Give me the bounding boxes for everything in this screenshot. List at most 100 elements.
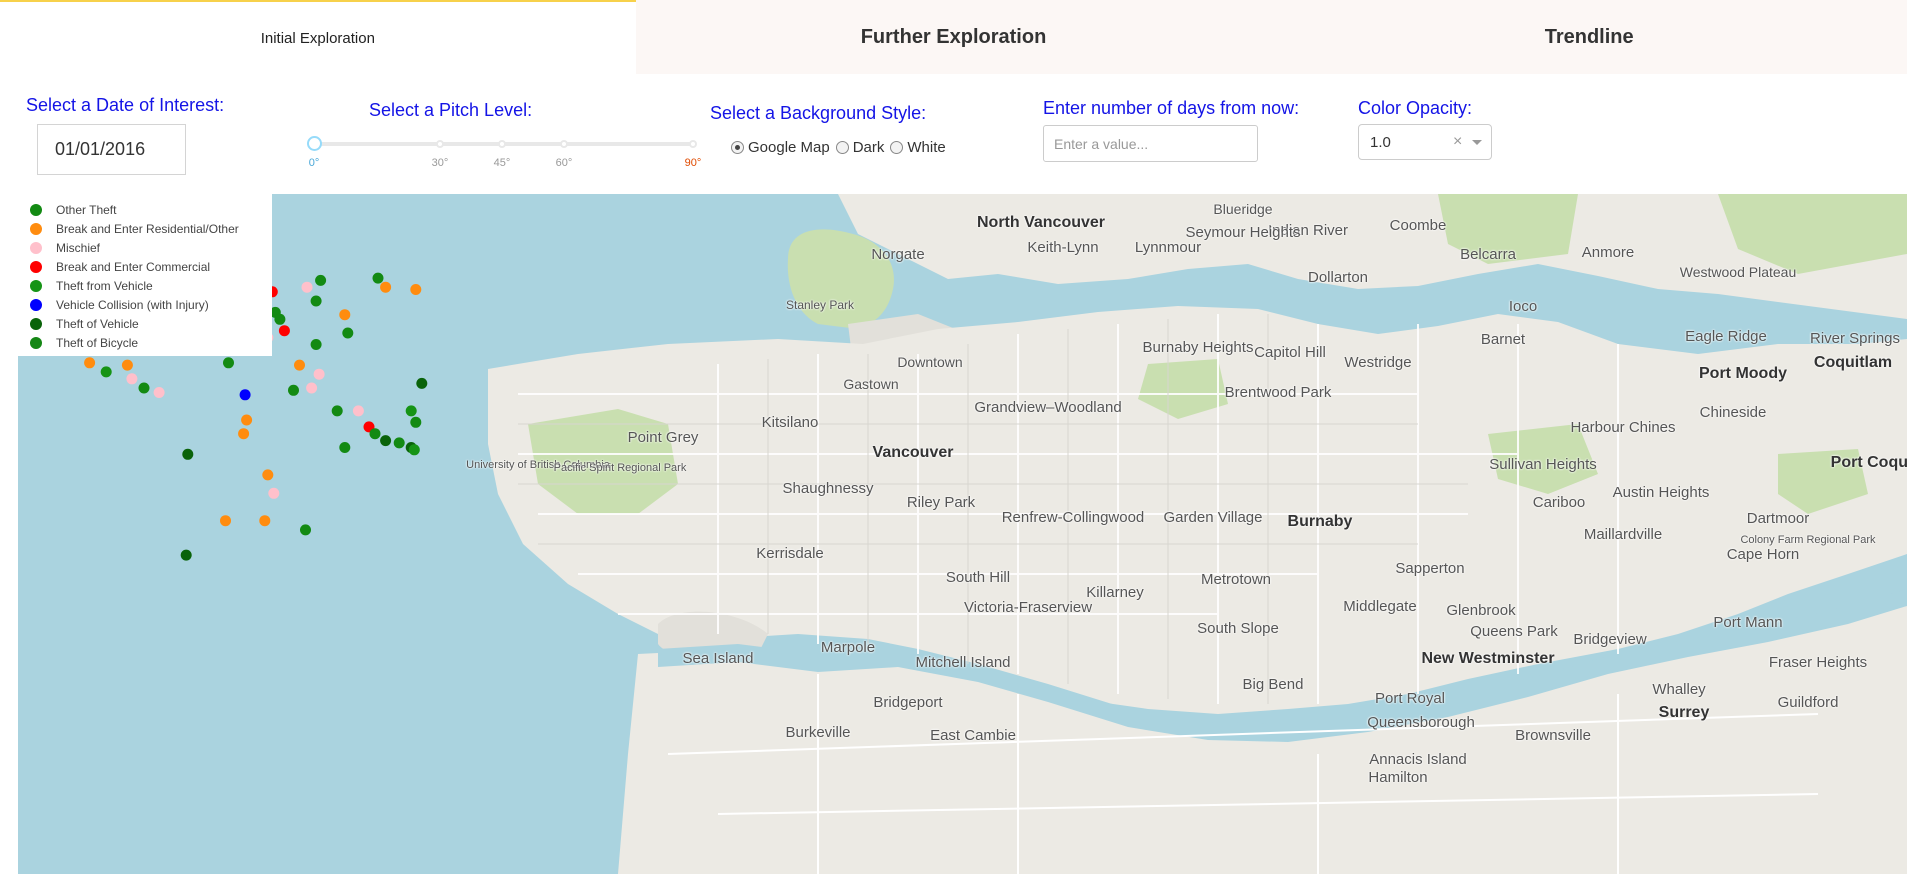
tab-trendline[interactable]: Trendline — [1271, 0, 1907, 74]
date-label: Select a Date of Interest: — [26, 95, 225, 115]
incident-point[interactable] — [306, 382, 318, 394]
date-picker-input[interactable]: 01/01/2016 — [37, 124, 186, 175]
legend-label: Vehicle Collision (with Injury) — [56, 297, 209, 312]
opacity-label: Color Opacity: — [1358, 98, 1473, 118]
incident-point[interactable] — [301, 281, 313, 293]
pitch-label: Select a Pitch Level: — [369, 100, 533, 120]
incident-point[interactable] — [380, 281, 392, 293]
slider-mark-60: 60° — [555, 157, 573, 169]
incident-point[interactable] — [84, 357, 96, 369]
background-radio-group: Google Map Dark White — [731, 139, 952, 156]
incident-point[interactable] — [300, 524, 311, 536]
incident-point[interactable] — [223, 357, 234, 369]
slider-mark-90: 90° — [684, 157, 702, 169]
legend-item[interactable]: Mischief — [30, 238, 272, 257]
legend-label: Mischief — [56, 240, 101, 255]
radio-checked-icon — [731, 141, 744, 154]
radio-google-map[interactable]: Google Map — [731, 139, 830, 156]
legend-item[interactable]: Theft from Vehicle — [30, 276, 272, 295]
tab-label: Trendline — [1544, 25, 1634, 48]
incident-point[interactable] — [410, 416, 422, 428]
opacity-dropdown[interactable]: 1.0 × — [1358, 124, 1492, 160]
legend-item[interactable]: Vehicle Collision (with Injury) — [30, 295, 272, 314]
incident-point[interactable] — [339, 442, 351, 453]
incident-point[interactable] — [259, 515, 271, 527]
slider-dot-30[interactable] — [436, 140, 444, 148]
legend-dot-icon — [30, 241, 42, 254]
legend-item[interactable]: Break and Enter Commercial — [30, 257, 272, 276]
radio-unchecked-icon — [835, 141, 849, 154]
legend-label: Theft of Vehicle — [56, 316, 139, 331]
legend-label: Theft of Bicycle — [56, 335, 139, 350]
incident-point[interactable] — [352, 405, 364, 417]
days-input[interactable] — [1043, 125, 1258, 162]
chevron-down-icon[interactable] — [1472, 140, 1482, 145]
incident-points — [56, 224, 428, 561]
incident-point[interactable] — [121, 359, 133, 371]
radio-white[interactable]: White — [890, 139, 946, 156]
incident-point[interactable] — [310, 339, 322, 350]
incident-point[interactable] — [238, 428, 250, 440]
incident-point[interactable] — [393, 437, 405, 449]
incident-point[interactable] — [220, 515, 231, 527]
incident-point[interactable] — [100, 366, 112, 378]
incident-point[interactable] — [408, 444, 420, 456]
slider-mark-0: 0° — [308, 157, 320, 169]
incident-point[interactable] — [369, 428, 381, 440]
incident-point[interactable] — [138, 382, 150, 394]
incident-point[interactable] — [182, 448, 194, 460]
radio-dark[interactable]: Dark — [835, 139, 884, 156]
opacity-value: 1.0 — [1370, 133, 1391, 151]
incident-point[interactable] — [288, 384, 299, 396]
incident-point[interactable] — [241, 414, 253, 426]
incident-point[interactable] — [310, 295, 322, 307]
incident-point[interactable] — [405, 405, 417, 417]
legend-dot-icon — [30, 298, 42, 311]
days-label: Enter number of days from now: — [1043, 98, 1300, 118]
incident-point[interactable] — [372, 272, 384, 284]
slider-dot-90[interactable] — [689, 140, 697, 148]
incident-point[interactable] — [410, 284, 422, 295]
incident-point[interactable] — [268, 487, 280, 499]
incident-point[interactable] — [153, 387, 165, 398]
pitch-slider[interactable]: 0° 30° 45° 60° 90° — [306, 132, 702, 172]
incident-point[interactable] — [239, 389, 251, 401]
legend-label: Other Theft — [56, 202, 117, 217]
incident-point[interactable] — [416, 377, 428, 389]
radio-unchecked-icon — [890, 141, 904, 154]
radio-label: Google Map — [748, 139, 830, 156]
incident-point[interactable] — [342, 327, 354, 339]
incident-point[interactable] — [278, 325, 290, 337]
legend-dot-icon — [30, 279, 42, 292]
crime-map[interactable]: North Vancouver Keith-Lynn Lynnmour Indian … — [18, 194, 1907, 874]
incident-point[interactable] — [180, 549, 192, 561]
legend-dot-icon — [30, 317, 42, 330]
tab-further-exploration[interactable]: Further Exploration — [635, 0, 1272, 74]
legend-item[interactable]: Other Theft — [30, 200, 272, 219]
incident-point[interactable] — [331, 405, 343, 417]
incident-point[interactable] — [380, 435, 392, 447]
incident-point[interactable] — [274, 313, 286, 325]
legend-item[interactable]: Break and Enter Residential/Other — [30, 219, 272, 238]
slider-handle[interactable] — [307, 136, 322, 151]
incident-point[interactable] — [126, 373, 138, 385]
legend-dot-icon — [30, 203, 42, 216]
slider-dot-45[interactable] — [498, 140, 506, 148]
tab-label: Initial Exploration — [260, 29, 375, 47]
incident-point[interactable] — [315, 274, 327, 286]
slider-dot-60[interactable] — [560, 140, 568, 148]
radio-label: White — [907, 139, 946, 156]
legend-item[interactable]: Theft of Vehicle — [30, 314, 272, 333]
slider-mark-45: 45° — [493, 157, 511, 169]
legend-dot-icon — [30, 336, 42, 349]
legend: Other Theft Break and Enter Residential/O… — [18, 194, 272, 356]
legend-label: Theft from Vehicle — [56, 278, 153, 293]
incident-point[interactable] — [262, 469, 274, 481]
tab-bar: Initial Exploration Further Exploration … — [0, 0, 1907, 74]
clear-icon[interactable]: × — [1453, 133, 1462, 151]
incident-point[interactable] — [294, 359, 305, 371]
incident-point[interactable] — [339, 309, 351, 321]
tab-initial-exploration[interactable]: Initial Exploration — [0, 0, 636, 74]
legend-item[interactable]: Theft of Bicycle — [30, 333, 272, 352]
incident-point[interactable] — [313, 368, 325, 380]
